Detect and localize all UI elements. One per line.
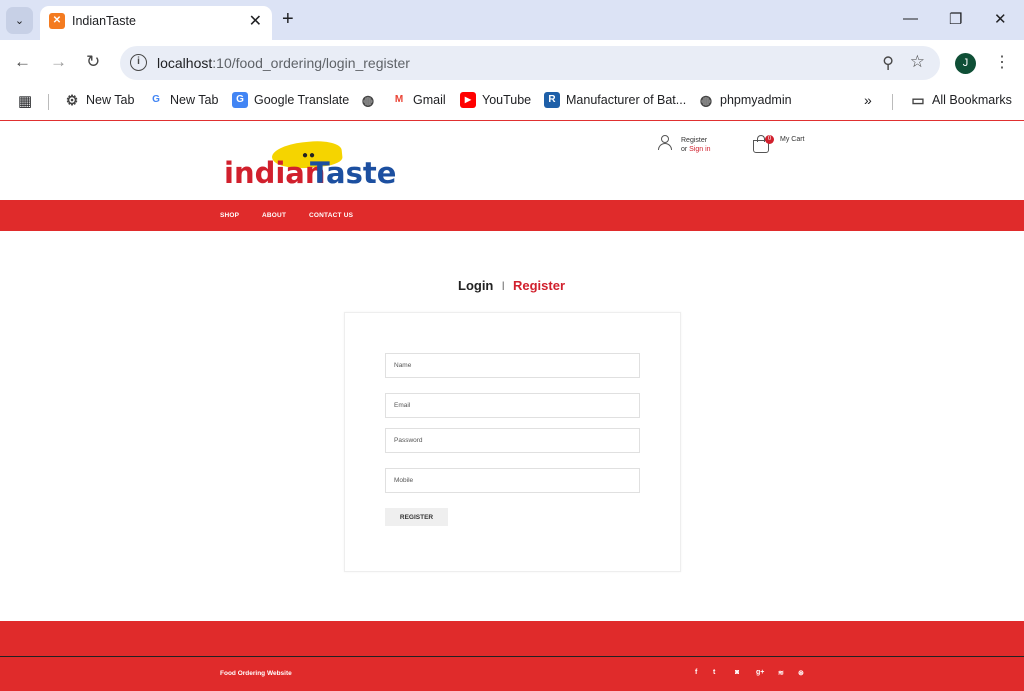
globe-icon: ◍	[699, 92, 713, 108]
browser-menu-icon[interactable]: ⋮	[994, 52, 1010, 72]
password-field[interactable]	[385, 428, 640, 453]
tab-search-button[interactable]: ⌄	[6, 7, 33, 34]
nav-shop[interactable]: SHOP	[220, 212, 239, 219]
r-icon: R	[544, 92, 560, 108]
new-tab-icon[interactable]: +	[282, 8, 294, 31]
tab-separator: |	[502, 280, 505, 290]
youtube-icon: ▶	[460, 92, 476, 108]
zoom-icon[interactable]: ⚲	[882, 53, 894, 73]
site-logo[interactable]: ●● indian Taste	[224, 138, 397, 190]
register-signin-link[interactable]: Register or Sign in	[681, 136, 711, 154]
back-icon[interactable]: ←	[14, 52, 31, 72]
footer-bottom: Food Ordering Website f t ◙ g+ ≋ ⊛	[0, 657, 1024, 691]
apps-icon[interactable]: ▦	[18, 92, 32, 110]
browser-tab-active[interactable]: ✕ IndianTaste ✕	[40, 6, 272, 40]
bookmark-gmail[interactable]: M Gmail	[391, 92, 446, 108]
reload-icon[interactable]: ↻	[86, 52, 100, 72]
translate-icon: G	[232, 92, 248, 108]
instagram-icon[interactable]: ◙	[735, 669, 739, 676]
footer-copyright: Food Ordering Website	[220, 670, 292, 677]
pinterest-icon[interactable]: ⊛	[798, 669, 804, 677]
window-close-icon[interactable]: ✕	[994, 10, 1007, 28]
footer-top	[0, 621, 1024, 656]
xampp-favicon-icon: ✕	[49, 13, 65, 29]
restore-icon[interactable]: ❐	[949, 10, 962, 28]
nav-contact[interactable]: CONTACT US	[309, 212, 353, 219]
tab-title: IndianTaste	[72, 14, 136, 28]
my-cart-link[interactable]: My Cart	[780, 136, 805, 143]
cart-count-badge: 0	[765, 135, 774, 144]
browser-tab-strip: ⌄ ✕ IndianTaste ✕ + — ❐ ✕	[0, 0, 1024, 40]
logo-text-taste: Taste	[310, 156, 397, 190]
folder-icon: ▭	[911, 92, 925, 108]
gmail-icon: M	[394, 94, 404, 105]
bookmark-new-tab-1[interactable]: ⚙ New Tab	[64, 92, 135, 108]
user-icon[interactable]	[658, 135, 672, 150]
bookmark-phpmyadmin[interactable]: ◍ phpmyadmin	[698, 92, 792, 108]
site-info-icon[interactable]: i	[130, 54, 147, 71]
register-link[interactable]: Register	[681, 136, 711, 145]
bookmarks-divider	[892, 94, 893, 110]
twitter-icon[interactable]: t	[713, 669, 715, 676]
bookmark-youtube[interactable]: ▶ YouTube	[460, 92, 531, 108]
google-icon: G	[152, 94, 160, 105]
tab-login[interactable]: Login	[458, 278, 493, 293]
bookmark-new-tab-2[interactable]: G New Tab	[148, 92, 218, 108]
gear-icon: ⚙	[65, 92, 79, 108]
url-text[interactable]: localhost:10/food_ordering/login_registe…	[157, 55, 410, 71]
forward-icon[interactable]: →	[50, 52, 67, 72]
tab-register[interactable]: Register	[513, 278, 565, 293]
bookmark-star-icon[interactable]: ☆	[910, 52, 925, 72]
register-button[interactable]: REGISTER	[385, 508, 448, 526]
globe-icon: ◍	[361, 92, 375, 108]
bookmarks-divider	[48, 94, 49, 110]
site-header: ●● indian Taste Register or Sign in 0 My…	[0, 121, 1024, 200]
bookmark-globe[interactable]: ◍	[360, 92, 376, 108]
mobile-field[interactable]	[385, 468, 640, 493]
browser-toolbar: ← → ↻ i localhost:10/food_ordering/login…	[0, 40, 1024, 86]
main-nav: SHOP ABOUT CONTACT US	[0, 200, 1024, 231]
register-form: REGISTER	[344, 312, 681, 572]
name-field[interactable]	[385, 353, 640, 378]
bookmark-google-translate[interactable]: G Google Translate	[232, 92, 349, 108]
rss-icon[interactable]: ≋	[778, 669, 784, 677]
bookmarks-bar: ▦ ⚙ New Tab G New Tab G Google Translate ◍ …	[0, 86, 1024, 116]
facebook-icon[interactable]: f	[695, 669, 697, 676]
nav-about[interactable]: ABOUT	[262, 212, 286, 219]
more-bookmarks-icon[interactable]: »	[864, 92, 872, 108]
email-field[interactable]	[385, 393, 640, 418]
auth-tabs: Login | Register	[0, 278, 1024, 298]
minimize-icon[interactable]: —	[903, 10, 918, 27]
google-plus-icon[interactable]: g+	[756, 669, 764, 676]
bookmark-manufacturer[interactable]: R Manufacturer of Bat...	[544, 92, 686, 108]
tab-close-icon[interactable]: ✕	[249, 11, 262, 31]
all-bookmarks[interactable]: ▭ All Bookmarks	[910, 92, 1012, 108]
address-bar[interactable]: i localhost:10/food_ordering/login_regis…	[120, 46, 940, 80]
profile-avatar[interactable]: J	[955, 53, 976, 74]
sign-in-link[interactable]: Sign in	[689, 146, 710, 153]
